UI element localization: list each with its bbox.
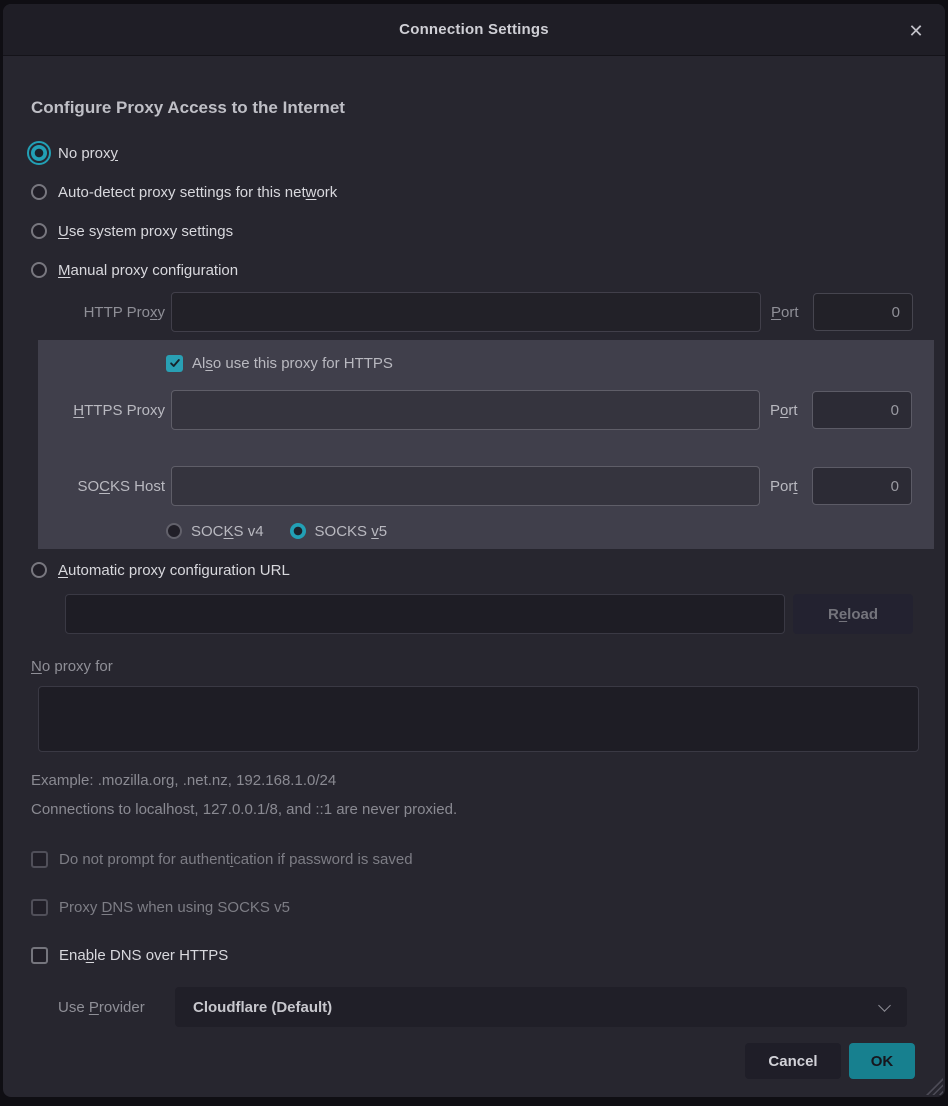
close-button[interactable]: ✕ bbox=[903, 18, 929, 44]
radio-checked-icon bbox=[31, 145, 47, 161]
checkbox-proxy-dns-socks5[interactable]: Proxy DNS when using SOCKS v5 bbox=[31, 896, 913, 918]
autoconfig-url-row: Reload bbox=[3, 594, 945, 634]
radio-use-system-label: Use system proxy settings bbox=[58, 223, 233, 240]
radio-auto-detect[interactable]: Auto-detect proxy settings for this netw… bbox=[31, 181, 913, 203]
https-port-label: Port bbox=[770, 402, 804, 419]
radio-autoconfig-label: Automatic proxy configuration URL bbox=[58, 562, 290, 579]
radio-no-proxy-label: No proxy bbox=[58, 145, 118, 162]
checkbox-checked-icon bbox=[166, 355, 183, 372]
dns-over-https-label: Enable DNS over HTTPS bbox=[59, 947, 228, 964]
checkbox-no-prompt-auth[interactable]: Do not prompt for authentication if pass… bbox=[31, 848, 913, 870]
no-proxy-for-textarea[interactable] bbox=[38, 686, 919, 752]
share-proxy-checkbox-label: Also use this proxy for HTTPS bbox=[192, 355, 393, 372]
https-proxy-input[interactable] bbox=[171, 390, 760, 430]
http-proxy-label: HTTP Proxy bbox=[43, 304, 165, 321]
provider-row: Use Provider Cloudflare (Default) bbox=[3, 987, 945, 1027]
localhost-note-text: Connections to localhost, 127.0.0.1/8, a… bbox=[31, 801, 913, 819]
dialog-footer: Cancel OK bbox=[3, 1043, 945, 1079]
https-socks-highlight-section: Also use this proxy for HTTPS HTTPS Prox… bbox=[38, 340, 934, 549]
chevron-down-icon bbox=[878, 999, 891, 1012]
reload-button[interactable]: Reload bbox=[793, 594, 913, 634]
use-provider-label: Use Provider bbox=[58, 999, 175, 1016]
socks-port-label: Port bbox=[770, 478, 804, 495]
radio-no-proxy[interactable]: No proxy bbox=[31, 142, 913, 164]
check-icon bbox=[169, 357, 181, 369]
provider-select-value: Cloudflare (Default) bbox=[193, 999, 332, 1016]
socks-version-row: SOCKS v4 SOCKS v5 bbox=[38, 520, 934, 542]
socks-v5-label[interactable]: SOCKS v5 bbox=[315, 523, 388, 540]
radio-checked-icon[interactable] bbox=[290, 523, 306, 539]
cancel-button[interactable]: Cancel bbox=[745, 1043, 841, 1079]
socks-host-row: SOCKS Host Port bbox=[38, 466, 934, 506]
radio-autoconfig-url[interactable]: Automatic proxy configuration URL bbox=[31, 559, 913, 581]
page-title: Configure Proxy Access to the Internet bbox=[31, 98, 913, 118]
http-port-input[interactable] bbox=[813, 293, 913, 331]
autoconfig-url-input[interactable] bbox=[65, 594, 785, 634]
radio-auto-detect-label: Auto-detect proxy settings for this netw… bbox=[58, 184, 337, 201]
connection-settings-dialog: Connection Settings ✕ Configure Proxy Ac… bbox=[3, 4, 945, 1097]
resize-grip[interactable] bbox=[926, 1078, 943, 1095]
https-proxy-label: HTTPS Proxy bbox=[43, 402, 165, 419]
radio-unchecked-icon[interactable] bbox=[166, 523, 182, 539]
checkbox-unchecked-icon bbox=[31, 947, 48, 964]
share-proxy-checkbox-row[interactable]: Also use this proxy for HTTPS bbox=[38, 352, 934, 374]
https-port-input[interactable] bbox=[812, 391, 912, 429]
checkbox-dns-over-https[interactable]: Enable DNS over HTTPS bbox=[31, 944, 913, 966]
no-proxy-for-label: No proxy for bbox=[31, 658, 913, 678]
dialog-titlebar: Connection Settings ✕ bbox=[3, 4, 945, 56]
close-icon: ✕ bbox=[908, 21, 923, 41]
radio-manual[interactable]: Manual proxy configuration bbox=[31, 259, 913, 281]
radio-unchecked-icon bbox=[31, 562, 47, 578]
http-proxy-input[interactable] bbox=[171, 292, 761, 332]
socks-host-input[interactable] bbox=[171, 466, 760, 506]
radio-use-system[interactable]: Use system proxy settings bbox=[31, 220, 913, 242]
socks-port-input[interactable] bbox=[812, 467, 912, 505]
http-port-label: Port bbox=[771, 304, 805, 321]
http-proxy-row: HTTP Proxy Port bbox=[3, 292, 945, 332]
ok-button[interactable]: OK bbox=[849, 1043, 915, 1079]
radio-unchecked-icon bbox=[31, 184, 47, 200]
provider-select[interactable]: Cloudflare (Default) bbox=[175, 987, 907, 1027]
dialog-content: Configure Proxy Access to the Internet N… bbox=[3, 98, 945, 1079]
checkbox-unchecked-icon bbox=[31, 851, 48, 868]
no-prompt-auth-label: Do not prompt for authentication if pass… bbox=[59, 851, 413, 868]
proxy-dns-socks5-label: Proxy DNS when using SOCKS v5 bbox=[59, 899, 290, 916]
radio-unchecked-icon bbox=[31, 262, 47, 278]
radio-unchecked-icon bbox=[31, 223, 47, 239]
socks-v4-label[interactable]: SOCKS v4 bbox=[191, 523, 264, 540]
socks-host-label: SOCKS Host bbox=[43, 478, 165, 495]
radio-manual-label: Manual proxy configuration bbox=[58, 262, 238, 279]
https-proxy-row: HTTPS Proxy Port bbox=[38, 390, 934, 430]
dialog-title: Connection Settings bbox=[399, 21, 549, 38]
checkbox-unchecked-icon bbox=[31, 899, 48, 916]
no-proxy-example-text: Example: .mozilla.org, .net.nz, 192.168.… bbox=[31, 772, 913, 790]
